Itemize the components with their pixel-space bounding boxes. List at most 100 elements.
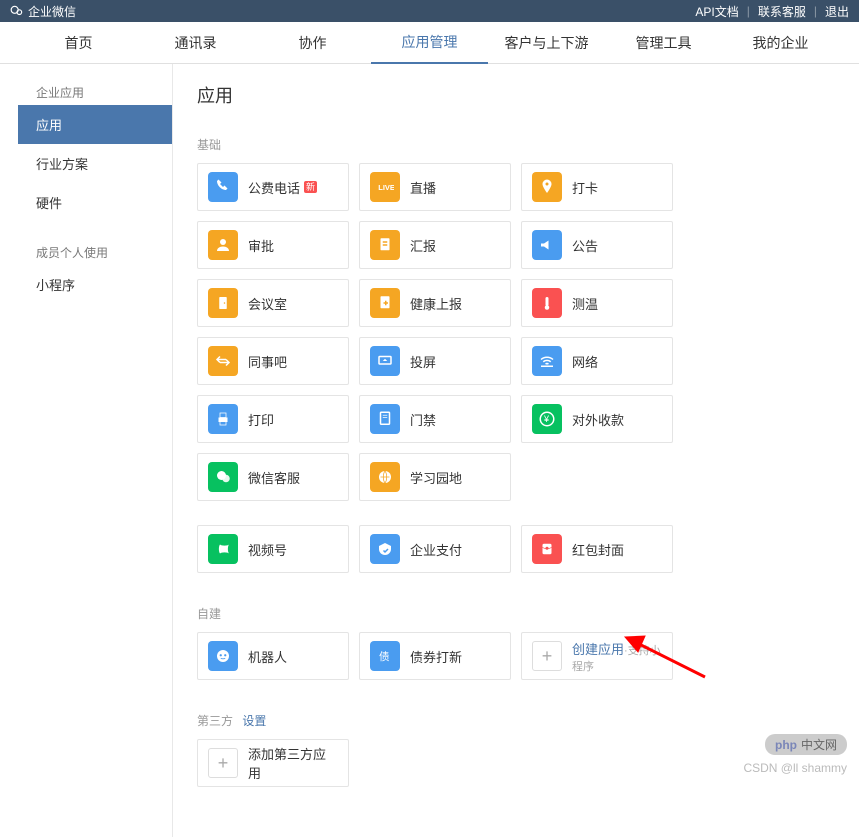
app-label: 投屏 xyxy=(410,352,436,371)
chat-icon xyxy=(208,462,238,492)
app-label: 公告 xyxy=(572,236,598,255)
money-icon: ¥ xyxy=(532,404,562,434)
app-label: 机器人 xyxy=(248,647,287,666)
csdn-watermark: CSDN @ll shammy xyxy=(743,761,847,775)
page-title: 应用 xyxy=(197,82,817,108)
section-label-third: 第三方 设置 xyxy=(197,712,817,729)
nav-item-1[interactable]: 通讯录 xyxy=(137,23,254,63)
app-card-print[interactable]: 打印 xyxy=(197,395,349,443)
sidebar-item[interactable]: 行业方案 xyxy=(18,144,172,183)
app-card-money[interactable]: ¥ 对外收款 xyxy=(521,395,673,443)
app-label: 打卡 xyxy=(572,178,598,197)
horn-icon xyxy=(532,230,562,260)
app-card-pay[interactable]: 企业支付 xyxy=(359,525,511,573)
temp-icon xyxy=(532,288,562,318)
app-card-transfer[interactable]: 同事吧 xyxy=(197,337,349,385)
video-icon xyxy=(208,534,238,564)
door-icon xyxy=(208,288,238,318)
app-card-door[interactable]: 会议室 xyxy=(197,279,349,327)
app-card-redpack[interactable]: 红包封面 xyxy=(521,525,673,573)
app-label: 审批 xyxy=(248,236,274,255)
php-badge: php 中文网 xyxy=(765,734,847,755)
nav-item-0[interactable]: 首页 xyxy=(20,23,137,63)
bot-icon xyxy=(208,641,238,671)
app-card-bot[interactable]: 机器人 xyxy=(197,632,349,680)
sidebar-group-title: 企业应用 xyxy=(18,76,172,105)
add-third-party-button[interactable]: +添加第三方应用 xyxy=(197,739,349,787)
app-label: 企业支付 xyxy=(410,540,462,559)
create-app-button[interactable]: +创建应用·支持小程序 xyxy=(521,632,673,680)
svg-text:¥: ¥ xyxy=(543,414,550,424)
health-icon xyxy=(370,288,400,318)
plus-icon: + xyxy=(532,641,562,671)
app-label: 视频号 xyxy=(248,540,287,559)
app-card-screen[interactable]: 投屏 xyxy=(359,337,511,385)
app-card-globe[interactable]: 学习园地 xyxy=(359,453,511,501)
app-card-phone[interactable]: 公费电话新 xyxy=(197,163,349,211)
app-card-temp[interactable]: 测温 xyxy=(521,279,673,327)
screen-icon xyxy=(370,346,400,376)
brand-logo: 企业微信 xyxy=(10,3,76,20)
separator: | xyxy=(814,4,817,18)
app-label: 红包封面 xyxy=(572,540,624,559)
sidebar-item[interactable]: 硬件 xyxy=(18,183,172,222)
contact-link[interactable]: 联系客服 xyxy=(758,3,806,20)
nav-item-6[interactable]: 我的企业 xyxy=(722,23,839,63)
plus-icon: + xyxy=(208,748,238,778)
app-label: 打印 xyxy=(248,410,274,429)
app-label: 同事吧 xyxy=(248,352,287,371)
pay-icon xyxy=(370,534,400,564)
app-card-horn[interactable]: 公告 xyxy=(521,221,673,269)
app-label: 债券打新 xyxy=(410,647,462,666)
phone-icon xyxy=(208,172,238,202)
app-label: 会议室 xyxy=(248,294,287,313)
nav-item-3[interactable]: 应用管理 xyxy=(371,22,488,64)
bond-icon: 债 xyxy=(370,641,400,671)
app-card-wifi[interactable]: 网络 xyxy=(521,337,673,385)
section-label-base: 基础 xyxy=(197,136,817,153)
nav-item-4[interactable]: 客户与上下游 xyxy=(488,23,605,63)
sidebar-item[interactable]: 应用 xyxy=(18,105,172,144)
app-card-chat[interactable]: 微信客服 xyxy=(197,453,349,501)
app-label: 学习园地 xyxy=(410,468,462,487)
sidebar-group-title: 成员个人使用 xyxy=(18,236,172,265)
app-label: 对外收款 xyxy=(572,410,624,429)
wecom-icon xyxy=(10,4,24,18)
app-card-user[interactable]: 审批 xyxy=(197,221,349,269)
brand-text: 企业微信 xyxy=(28,3,76,20)
section-label-self: 自建 xyxy=(197,605,817,622)
print-icon xyxy=(208,404,238,434)
user-icon xyxy=(208,230,238,260)
app-label: 公费电话新 xyxy=(248,178,317,197)
sidebar: 企业应用 应用行业方案硬件 成员个人使用 小程序 xyxy=(18,64,173,837)
transfer-icon xyxy=(208,346,238,376)
app-label: 测温 xyxy=(572,294,598,313)
app-card-bond[interactable]: 债 债券打新 xyxy=(359,632,511,680)
app-label: 微信客服 xyxy=(248,468,300,487)
app-card-pin[interactable]: 打卡 xyxy=(521,163,673,211)
nav-item-2[interactable]: 协作 xyxy=(254,23,371,63)
app-label: 门禁 xyxy=(410,410,436,429)
third-config-link[interactable]: 设置 xyxy=(242,714,266,728)
app-card-health[interactable]: 健康上报 xyxy=(359,279,511,327)
logout-link[interactable]: 退出 xyxy=(825,3,849,20)
app-label: 汇报 xyxy=(410,236,436,255)
svg-text:债: 债 xyxy=(379,650,390,663)
pin-icon xyxy=(532,172,562,202)
main-nav: 首页通讯录协作应用管理客户与上下游管理工具我的企业 xyxy=(0,22,859,64)
app-label: 健康上报 xyxy=(410,294,462,313)
separator: | xyxy=(747,4,750,18)
sidebar-item[interactable]: 小程序 xyxy=(18,265,172,304)
app-card-video[interactable]: 视频号 xyxy=(197,525,349,573)
app-label: 直播 xyxy=(410,178,436,197)
live-icon: LIVE xyxy=(370,172,400,202)
nav-item-5[interactable]: 管理工具 xyxy=(605,23,722,63)
api-link[interactable]: API文档 xyxy=(695,3,738,20)
app-card-live[interactable]: LIVE 直播 xyxy=(359,163,511,211)
svg-text:LIVE: LIVE xyxy=(378,183,394,192)
access-icon xyxy=(370,404,400,434)
app-card-doc[interactable]: 汇报 xyxy=(359,221,511,269)
doc-icon xyxy=(370,230,400,260)
create-app-label: 创建应用 xyxy=(572,642,624,657)
app-card-access[interactable]: 门禁 xyxy=(359,395,511,443)
